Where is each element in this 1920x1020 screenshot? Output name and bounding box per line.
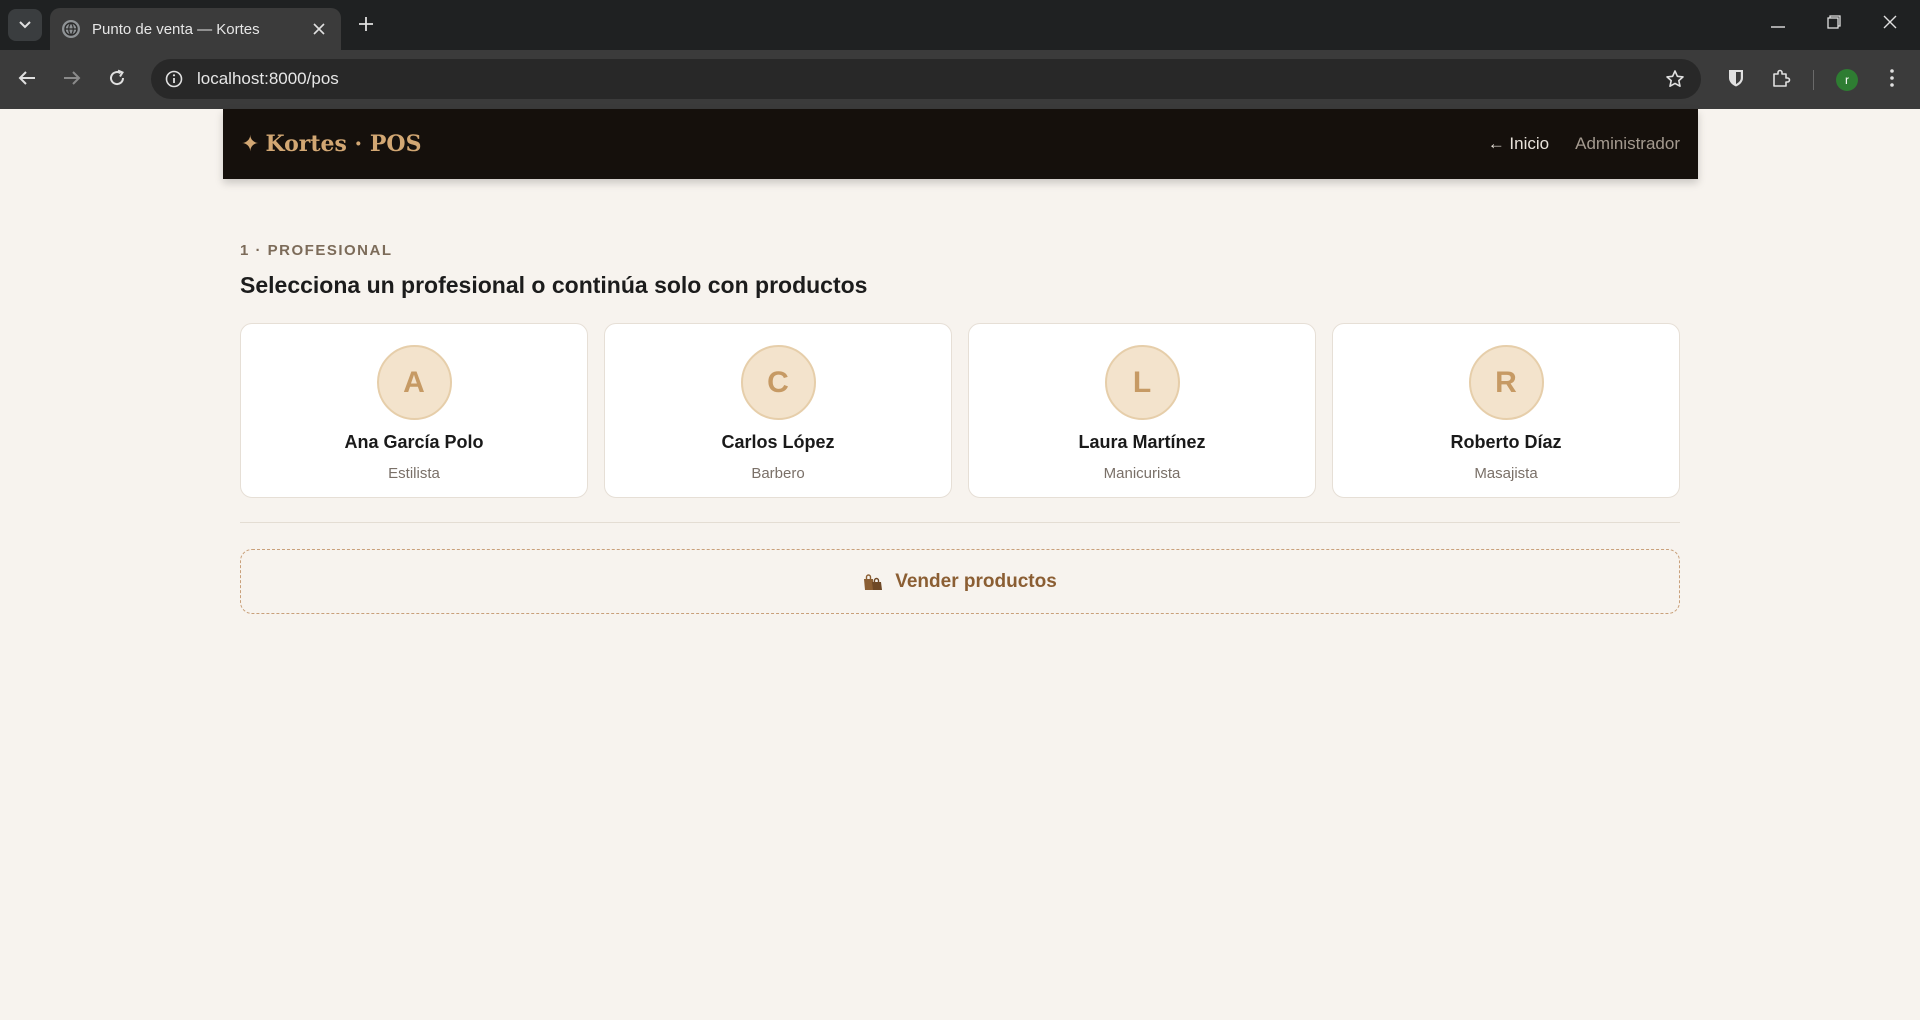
back-button[interactable] xyxy=(11,64,43,96)
nav-link-home[interactable]: ← Inicio xyxy=(1488,134,1549,154)
more-vertical-icon xyxy=(1890,68,1894,92)
shopping-bags-icon xyxy=(863,573,883,591)
page-title: Selecciona un profesional o continúa sol… xyxy=(240,272,868,298)
info-icon[interactable] xyxy=(162,67,186,91)
address-bar[interactable]: localhost:8000/pos xyxy=(151,59,1701,99)
browser-tabstrip: Punto de venta — Kortes xyxy=(0,0,1920,50)
minimize-icon xyxy=(1771,15,1785,33)
close-icon xyxy=(1883,15,1897,34)
extensions-button[interactable] xyxy=(1765,64,1797,96)
brand-name: Kortes · POS xyxy=(265,131,422,157)
puzzle-icon xyxy=(1771,68,1791,93)
browser-menu-button[interactable] xyxy=(1876,64,1908,96)
browser-toolbar: localhost:8000/pos r xyxy=(0,50,1920,109)
professional-list: A Ana García Polo Estilista C Carlos Lóp… xyxy=(240,323,1680,498)
globe-icon xyxy=(62,20,80,38)
new-tab-button[interactable] xyxy=(352,12,380,40)
arrow-left-icon xyxy=(18,70,36,91)
step-label: 1 · PROFESIONAL xyxy=(240,242,393,259)
professional-card-laura[interactable]: L Laura Martínez Manicurista xyxy=(968,323,1316,498)
professional-name: Laura Martínez xyxy=(1078,432,1206,452)
professional-name: Roberto Díaz xyxy=(1450,432,1562,452)
profile-avatar: r xyxy=(1836,69,1858,91)
browser-tab-active[interactable]: Punto de venta — Kortes xyxy=(50,8,341,50)
avatar: A xyxy=(376,345,452,420)
shield-icon xyxy=(1727,68,1745,93)
star-icon[interactable] xyxy=(1661,65,1689,93)
professional-role: Masajista xyxy=(1474,465,1538,482)
url-text[interactable]: localhost:8000/pos xyxy=(197,69,1661,89)
professional-card-roberto[interactable]: R Roberto Díaz Masajista xyxy=(1332,323,1680,498)
professional-role: Barbero xyxy=(751,465,805,482)
plus-icon xyxy=(358,16,374,37)
avatar: C xyxy=(740,345,816,420)
sell-products-button[interactable]: Vender productos xyxy=(240,549,1680,614)
reload-button[interactable] xyxy=(101,64,133,96)
close-icon[interactable] xyxy=(309,19,329,39)
chevron-down-icon xyxy=(19,16,31,34)
forward-button[interactable] xyxy=(56,64,88,96)
professional-role: Manicurista xyxy=(1103,465,1181,482)
toolbar-separator xyxy=(1813,70,1814,90)
tab-title: Punto de venta — Kortes xyxy=(92,20,260,38)
restore-button[interactable] xyxy=(1814,8,1854,40)
professional-role: Estilista xyxy=(388,465,440,482)
restore-icon xyxy=(1827,14,1841,34)
nav-link-admin[interactable]: Administrador xyxy=(1575,134,1680,154)
professional-card-carlos[interactable]: C Carlos López Barbero xyxy=(604,323,952,498)
avatar: L xyxy=(1104,345,1180,420)
password-manager-button[interactable] xyxy=(1720,64,1752,96)
reload-icon xyxy=(108,69,126,92)
arrow-right-icon xyxy=(63,70,81,91)
professional-card-ana[interactable]: A Ana García Polo Estilista xyxy=(240,323,588,498)
app-header: ✦ Kortes · POS ← Inicio Administrador xyxy=(223,109,1698,179)
minimize-button[interactable] xyxy=(1758,8,1798,40)
professional-name: Ana García Polo xyxy=(344,432,484,452)
profile-button[interactable]: r xyxy=(1831,64,1863,96)
section-divider xyxy=(240,522,1680,523)
sparkle-icon: ✦ xyxy=(241,131,260,157)
window-close-button[interactable] xyxy=(1870,8,1910,40)
tab-search-button[interactable] xyxy=(8,9,42,41)
professional-name: Carlos López xyxy=(721,432,835,452)
header-nav: ← Inicio Administrador xyxy=(1488,134,1680,154)
sell-products-label: Vender productos xyxy=(895,570,1057,592)
brand-logo[interactable]: ✦ Kortes · POS xyxy=(241,131,421,157)
avatar: R xyxy=(1468,345,1544,420)
